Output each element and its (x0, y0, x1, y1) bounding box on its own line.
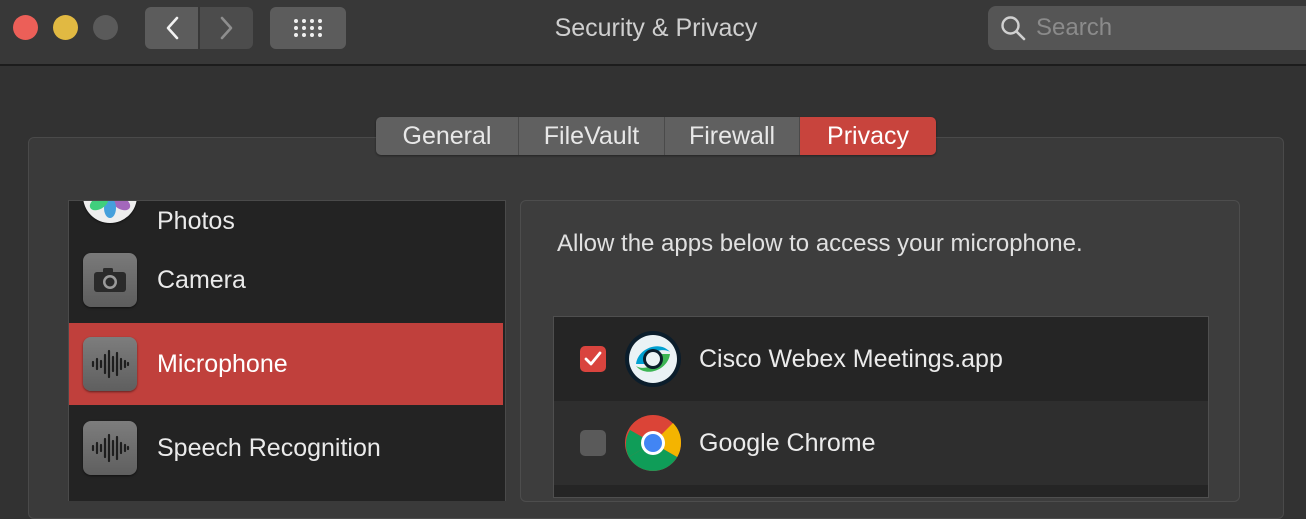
sidebar-item-speech-recognition[interactable]: Speech Recognition (69, 407, 503, 489)
photos-icon (83, 201, 137, 223)
tab-firewall[interactable]: Firewall (665, 117, 800, 155)
back-button[interactable] (145, 7, 198, 49)
minimize-window-button[interactable] (53, 15, 78, 40)
sidebar-item-label: Photos (157, 207, 235, 235)
zoom-window-button[interactable] (93, 15, 118, 40)
search-input[interactable] (1034, 13, 1288, 43)
list-item-chrome[interactable]: Google Chrome (554, 401, 1208, 485)
close-window-button[interactable] (13, 15, 38, 40)
chrome-icon (624, 414, 682, 472)
sidebar-item-camera[interactable]: Camera (69, 239, 503, 321)
search-icon (1001, 16, 1026, 41)
grid-icon (294, 19, 322, 37)
permission-description: Allow the apps below to access your micr… (557, 230, 1083, 257)
search-field[interactable] (988, 6, 1306, 50)
show-all-button[interactable] (270, 7, 346, 49)
webex-checkbox[interactable] (580, 346, 606, 372)
forward-button[interactable] (200, 7, 253, 49)
camera-icon (83, 253, 137, 307)
app-permission-list[interactable]: Cisco Webex Meetings.app Google Chrome (553, 316, 1209, 498)
tab-general[interactable]: General (376, 117, 519, 155)
tab-bar: General FileVault Firewall Privacy (376, 117, 936, 155)
sidebar-item-label: Camera (157, 265, 246, 294)
webex-icon (624, 330, 682, 388)
title-bar: Security & Privacy (0, 0, 1306, 66)
checkmark-icon (584, 351, 602, 366)
tab-privacy[interactable]: Privacy (800, 117, 936, 155)
sidebar-item-microphone[interactable]: Microphone (69, 323, 503, 405)
sidebar-item-label: Microphone (157, 349, 288, 378)
chevron-left-icon (166, 16, 178, 40)
chevron-right-icon (220, 16, 232, 40)
app-name: Google Chrome (699, 428, 876, 457)
sidebar-item-photos[interactable]: Photos (69, 201, 503, 237)
tab-filevault[interactable]: FileVault (519, 117, 665, 155)
chrome-checkbox[interactable] (580, 430, 606, 456)
list-item-webex[interactable]: Cisco Webex Meetings.app (554, 317, 1208, 401)
app-name: Cisco Webex Meetings.app (699, 344, 1003, 373)
microphone-icon (83, 337, 137, 391)
privacy-category-list[interactable]: Photos Camera Microphone Speech Recognit… (68, 200, 506, 501)
sidebar-item-label: Speech Recognition (157, 433, 381, 462)
speech-recognition-icon (83, 421, 137, 475)
window-title-text: Security & Privacy (554, 14, 758, 42)
